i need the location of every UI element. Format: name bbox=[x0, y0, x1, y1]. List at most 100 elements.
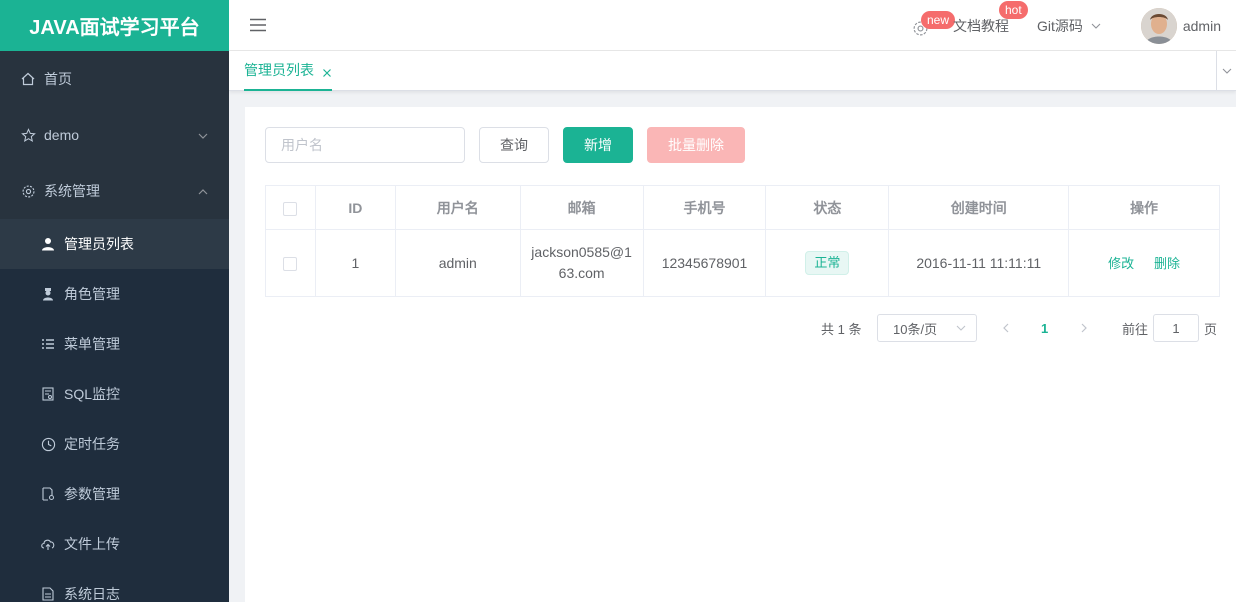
hot-badge: hot bbox=[998, 0, 1028, 19]
username[interactable]: admin bbox=[1183, 18, 1221, 34]
column-header: 手机号 bbox=[642, 185, 767, 230]
table-header-row: ID 用户名 邮箱 手机号 状态 创建时间 操作 bbox=[265, 185, 1220, 230]
sidebar-item-label: 首页 bbox=[44, 71, 72, 87]
pagination: 共 1 条 10条/页 1 前往 1 页 bbox=[245, 314, 1220, 342]
star-icon bbox=[20, 127, 36, 143]
query-button[interactable]: 查询 bbox=[479, 127, 549, 163]
toolbar: 查询 新增 批量删除 bbox=[265, 127, 745, 163]
email-text: jackson0585@163.com bbox=[531, 244, 632, 281]
chevron-up-icon bbox=[197, 185, 209, 197]
sidebar-item-file-upload[interactable]: 文件上传 bbox=[0, 519, 229, 569]
sidebar-item-label: demo bbox=[44, 127, 80, 143]
monitor-icon bbox=[40, 386, 56, 402]
sidebar-item-roles[interactable]: 角色管理 bbox=[0, 269, 229, 319]
column-header: ID bbox=[314, 185, 396, 230]
username-search-input[interactable] bbox=[265, 127, 465, 163]
git-label: Git源码 bbox=[1036, 17, 1083, 34]
clock-icon bbox=[40, 436, 56, 452]
row-checkbox[interactable] bbox=[283, 256, 298, 271]
goto-label: 前往 bbox=[1122, 321, 1149, 337]
select-all-cell bbox=[265, 185, 316, 230]
cell-actions: 修改 删除 bbox=[1068, 229, 1220, 297]
sidebar-item-label: 文件上传 bbox=[64, 536, 120, 552]
tabs-bar: 管理员列表 bbox=[229, 51, 1236, 91]
chevron-down-icon bbox=[956, 323, 966, 333]
sidebar-item-label: 定时任务 bbox=[64, 436, 120, 452]
docs-link[interactable]: 文档教程 hot bbox=[952, 0, 1028, 36]
chevron-down-icon bbox=[1222, 66, 1232, 76]
cell-username: admin bbox=[394, 229, 521, 297]
page-jumper: 前往 1 页 bbox=[1122, 314, 1217, 342]
chevron-down-icon bbox=[197, 129, 209, 141]
sidebar-item-menus[interactable]: 菜单管理 bbox=[0, 319, 229, 369]
sidebar-item-label: 管理员列表 bbox=[64, 236, 134, 252]
page-size-wrapper: 10条/页 bbox=[877, 314, 977, 342]
cell-email: jackson0585@163.com bbox=[519, 229, 644, 297]
role-icon bbox=[40, 286, 56, 302]
row-select-cell bbox=[265, 229, 316, 297]
sidebar-item-label: 角色管理 bbox=[64, 286, 120, 302]
chevron-right-icon bbox=[1081, 323, 1087, 333]
table-row: 1 admin jackson0585@163.com 12345678901 … bbox=[265, 229, 1220, 297]
close-icon[interactable] bbox=[322, 65, 332, 77]
sidebar-item-parameters[interactable]: 参数管理 bbox=[0, 469, 229, 519]
sidebar-item-label: 参数管理 bbox=[64, 486, 120, 502]
tab-label: 管理员列表 bbox=[244, 62, 314, 78]
user-icon bbox=[40, 236, 56, 252]
main-content: 查询 新增 批量删除 ID 用户名 邮箱 手机号 状态 创建时间 操作 1 bbox=[245, 107, 1236, 602]
status-badge: 正常 bbox=[805, 251, 850, 275]
column-header: 创建时间 bbox=[888, 185, 1070, 230]
hamburger-menu-icon[interactable] bbox=[249, 17, 267, 33]
avatar[interactable] bbox=[1140, 7, 1177, 44]
cell-status: 正常 bbox=[765, 229, 890, 297]
new-badge: new bbox=[920, 11, 955, 29]
cell-id: 1 bbox=[314, 229, 396, 297]
sidebar-item-admin-list[interactable]: 管理员列表 bbox=[0, 219, 229, 269]
header-right: new 文档教程 hot Git源码 admin bbox=[901, 0, 1236, 51]
column-header: 操作 bbox=[1068, 185, 1220, 230]
tab-admin-list[interactable]: 管理员列表 bbox=[244, 51, 332, 91]
cell-phone: 12345678901 bbox=[642, 229, 767, 297]
goto-page-input[interactable]: 1 bbox=[1153, 314, 1200, 342]
sidebar: JAVA面试学习平台 首页 demo 系统管理 管理员列表 角色管理 菜单管理 … bbox=[0, 0, 229, 602]
sidebar-item-demo[interactable]: demo bbox=[0, 107, 229, 163]
page-size-select[interactable]: 10条/页 bbox=[877, 314, 977, 342]
chevron-down-icon bbox=[1091, 21, 1101, 31]
home-icon bbox=[20, 71, 36, 87]
sidebar-item-label: SQL监控 bbox=[64, 386, 121, 402]
sidebar-item-scheduled-tasks[interactable]: 定时任务 bbox=[0, 419, 229, 469]
log-icon bbox=[40, 586, 56, 602]
delete-link[interactable]: 删除 bbox=[1154, 256, 1180, 271]
next-page-button[interactable] bbox=[1079, 314, 1089, 342]
tabs-more-button[interactable] bbox=[1216, 51, 1236, 91]
add-button[interactable]: 新增 bbox=[563, 127, 633, 163]
top-header: new 文档教程 hot Git源码 admin bbox=[229, 0, 1236, 51]
sidebar-item-home[interactable]: 首页 bbox=[0, 51, 229, 107]
page-size-value: 10条/页 bbox=[893, 321, 938, 337]
column-header: 邮箱 bbox=[519, 185, 644, 230]
settings-button[interactable]: new bbox=[901, 0, 955, 51]
sidebar-item-sql-monitor[interactable]: SQL监控 bbox=[0, 369, 229, 419]
current-page[interactable]: 1 bbox=[1041, 314, 1048, 342]
sidebar-item-label: 菜单管理 bbox=[64, 336, 120, 352]
sidebar-item-system[interactable]: 系统管理 bbox=[0, 163, 229, 219]
document-settings-icon bbox=[40, 486, 56, 502]
column-header: 状态 bbox=[765, 185, 890, 230]
list-icon bbox=[40, 336, 56, 352]
cell-created: 2016-11-11 11:11:11 bbox=[888, 229, 1070, 297]
admin-table: ID 用户名 邮箱 手机号 状态 创建时间 操作 1 admin jackson… bbox=[265, 185, 1220, 297]
sidebar-item-label: 系统管理 bbox=[44, 183, 100, 199]
select-all-checkbox[interactable] bbox=[283, 201, 298, 216]
sidebar-item-label: 系统日志 bbox=[64, 586, 120, 602]
docs-label: 文档教程 bbox=[952, 17, 1009, 34]
git-source-dropdown[interactable]: Git源码 bbox=[1037, 16, 1101, 36]
system-submenu: 管理员列表 角色管理 菜单管理 SQL监控 定时任务 参数管理 文件上传 系统日… bbox=[0, 219, 229, 602]
app-logo[interactable]: JAVA面试学习平台 bbox=[0, 0, 229, 51]
prev-page-button[interactable] bbox=[1001, 314, 1011, 342]
edit-link[interactable]: 修改 bbox=[1108, 256, 1134, 271]
batch-delete-button[interactable]: 批量删除 bbox=[647, 127, 745, 163]
cloud-upload-icon bbox=[40, 536, 56, 552]
sidebar-item-system-log[interactable]: 系统日志 bbox=[0, 569, 229, 602]
pagination-total: 共 1 条 bbox=[821, 321, 862, 337]
column-header: 用户名 bbox=[394, 185, 521, 230]
